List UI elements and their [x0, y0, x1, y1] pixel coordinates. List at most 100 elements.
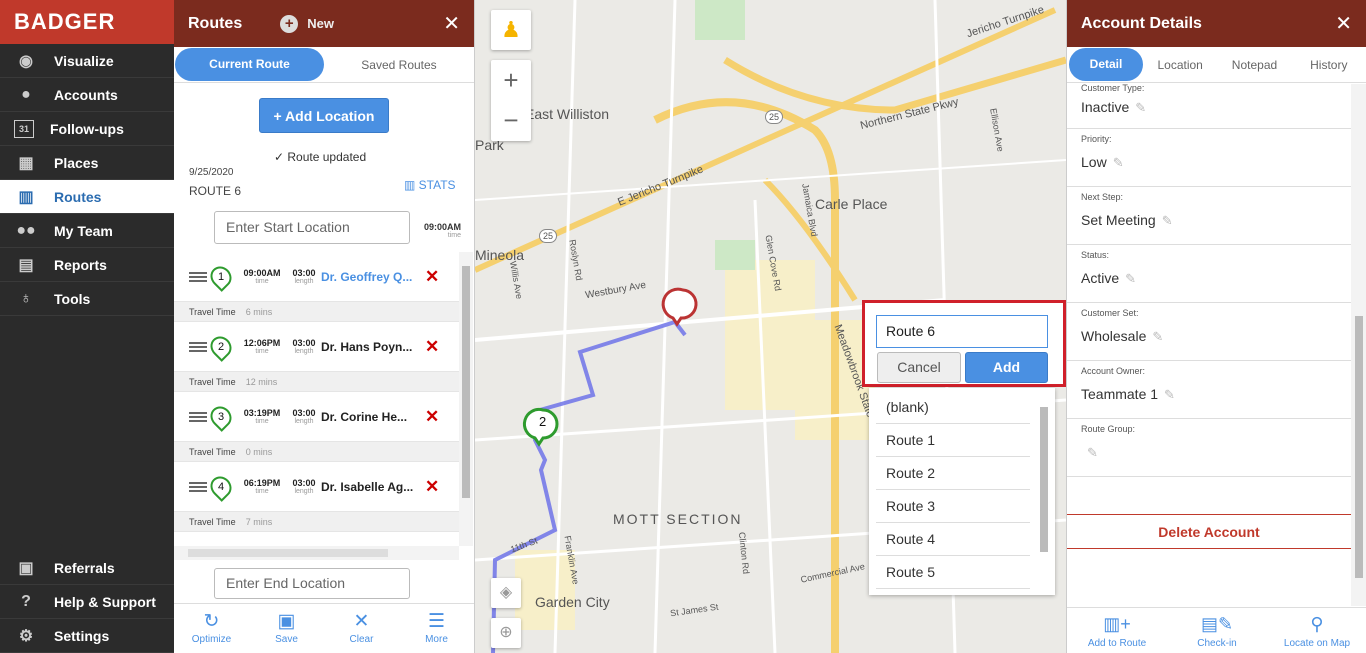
pencil-icon[interactable]: ✎ [1087, 445, 1098, 460]
scrollbar-thumb[interactable] [1355, 316, 1363, 578]
nav-label: Settings [54, 627, 110, 644]
delete-account-button[interactable]: Delete Account [1067, 514, 1351, 549]
route-updated-text: Route updated [287, 150, 367, 164]
dropdown-scrollbar[interactable] [1038, 393, 1049, 589]
nav-item-follow-ups[interactable]: 31 Follow-ups [0, 112, 174, 146]
close-icon[interactable]: ✕ [443, 11, 460, 36]
nav-item-reports[interactable]: ▤ Reports [0, 248, 174, 282]
drag-handle-icon[interactable] [189, 411, 207, 422]
layers-icon[interactable]: ◈ [491, 578, 521, 608]
brand-logo[interactable]: BADGER [0, 0, 174, 44]
stop-name[interactable]: Dr. Corine He... [321, 410, 415, 424]
tab-detail[interactable]: Detail [1069, 48, 1143, 81]
delete-stop-icon[interactable]: ✕ [425, 477, 439, 497]
nav-label: Reports [54, 256, 107, 273]
drag-handle-icon[interactable] [189, 341, 207, 352]
list-item[interactable]: 2 12:06PM time 03:00 length Dr. Hans Poyn.… [174, 322, 459, 372]
add-to-route-button[interactable]: ▥+ Add to Route [1067, 608, 1167, 653]
more-button[interactable]: ☰ More [399, 604, 474, 653]
zoom-in-icon[interactable]: + [491, 60, 531, 100]
field-customer-type[interactable]: Customer Type: Inactive ✎ [1067, 83, 1351, 129]
dropdown-option[interactable]: Route 5 [876, 556, 1030, 589]
field-next-step[interactable]: Next Step: Set Meeting ✎ [1067, 187, 1351, 245]
save-button[interactable]: ▣ Save [249, 604, 324, 653]
list-item[interactable]: 1 09:00AM time 03:00 length Dr. Geoffrey Q… [174, 252, 459, 302]
route-date: 9/25/2020 [189, 167, 234, 178]
nav-item-places[interactable]: ▦ Places [0, 146, 174, 180]
dropdown-option[interactable]: (blank) [876, 391, 1030, 424]
delete-stop-icon[interactable]: ✕ [425, 267, 439, 287]
stops-hscrollbar[interactable] [174, 546, 459, 560]
travel-label: Travel Time [189, 307, 236, 317]
tab-current-route[interactable]: Current Route [175, 48, 324, 81]
close-icon[interactable]: ✕ [1335, 11, 1352, 36]
pencil-icon[interactable]: ✎ [1125, 271, 1136, 286]
drag-handle-icon[interactable] [189, 481, 207, 492]
delete-stop-icon[interactable]: ✕ [425, 337, 439, 357]
locate-me-icon[interactable]: ⊕ [491, 618, 521, 648]
check-in-label: Check-in [1197, 638, 1237, 649]
field-customer-set[interactable]: Customer Set: Wholesale ✎ [1067, 303, 1351, 361]
pencil-icon[interactable]: ✎ [1135, 100, 1146, 115]
stop-name[interactable]: Dr. Isabelle Ag... [321, 480, 415, 494]
pencil-icon[interactable]: ✎ [1162, 213, 1173, 228]
stop-time: 06:19PM time [237, 478, 287, 495]
check-in-button[interactable]: ▤✎ Check-in [1167, 608, 1267, 653]
nav-item-settings[interactable]: ⚙ Settings [0, 619, 174, 653]
nav-item-tools[interactable]: ♁ Tools [0, 282, 174, 316]
nav-label: Help & Support [54, 593, 156, 610]
tab-history[interactable]: History [1292, 58, 1366, 72]
nav-item-visualize[interactable]: ◉ Visualize [0, 44, 174, 78]
drag-handle-icon[interactable] [189, 271, 207, 282]
tab-notepad[interactable]: Notepad [1217, 58, 1291, 72]
dropdown-option[interactable]: Route 4 [876, 523, 1030, 556]
field-value: Set Meeting ✎ [1081, 212, 1337, 229]
field-priority[interactable]: Priority: Low ✎ [1067, 129, 1351, 187]
map-label: East Williston [525, 106, 610, 122]
dropdown-option[interactable]: Route 1 [876, 424, 1030, 457]
nav-item-referrals[interactable]: ▣ Referrals [0, 551, 174, 585]
nav-item-accounts[interactable]: ● Accounts [0, 78, 174, 112]
pencil-icon[interactable]: ✎ [1164, 387, 1175, 402]
dropdown-option[interactable]: Route 3 [876, 490, 1030, 523]
street-view-icon[interactable]: ♟ [491, 10, 531, 50]
delete-stop-icon[interactable]: ✕ [425, 407, 439, 427]
add-location-button[interactable]: + Add Location [259, 98, 389, 133]
route-group-input[interactable]: Route 6 [876, 315, 1048, 348]
stops-scrollbar[interactable] [459, 252, 473, 546]
pencil-icon[interactable]: ✎ [1152, 329, 1163, 344]
tab-saved-routes[interactable]: Saved Routes [324, 58, 474, 72]
stats-button[interactable]: ▥ STATS [404, 178, 456, 192]
list-item[interactable]: 3 03:19PM time 03:00 length Dr. Corine He.… [174, 392, 459, 442]
locate-on-map-button[interactable]: ⚲ Locate on Map [1267, 608, 1366, 653]
optimize-button[interactable]: ↻ Optimize [174, 604, 249, 653]
field-route-group[interactable]: Route Group: ✎ [1067, 419, 1351, 477]
field-value-text: Teammate 1 [1081, 386, 1159, 402]
end-location-input[interactable]: Enter End Location [214, 568, 410, 599]
list-item[interactable]: 4 06:19PM time 03:00 length Dr. Isabelle A… [174, 462, 459, 512]
new-route-button[interactable]: + New [280, 14, 334, 33]
add-button[interactable]: Add [965, 352, 1048, 383]
scrollbar-thumb[interactable] [1040, 407, 1048, 552]
account-header: Account Details ✕ [1067, 0, 1366, 47]
nav-item-my-team[interactable]: ●● My Team [0, 214, 174, 248]
pencil-icon[interactable]: ✎ [1113, 155, 1124, 170]
tab-location[interactable]: Location [1143, 58, 1217, 72]
stop-name[interactable]: Dr. Hans Poyn... [321, 340, 415, 354]
field-status[interactable]: Status: Active ✎ [1067, 245, 1351, 303]
scrollbar-thumb[interactable] [462, 266, 470, 498]
nav-item-routes[interactable]: ▥ Routes [0, 180, 174, 214]
account-scrollbar[interactable] [1351, 84, 1366, 606]
field-account-owner[interactable]: Account Owner: Teammate 1 ✎ [1067, 361, 1351, 419]
scrollbar-thumb[interactable] [188, 549, 388, 557]
zoom-out-icon[interactable]: − [491, 100, 531, 140]
clear-button[interactable]: ✕ Clear [324, 604, 399, 653]
map-pin-icon: 1 [206, 261, 236, 292]
nav-item-help[interactable]: ? Help & Support [0, 585, 174, 619]
travel-time: Travel Time 7 mins [174, 512, 459, 532]
stop-number: 1 [217, 270, 225, 283]
start-location-input[interactable]: Enter Start Location [214, 211, 410, 244]
dropdown-option[interactable]: Route 2 [876, 457, 1030, 490]
cancel-button[interactable]: Cancel [877, 352, 961, 383]
stop-name[interactable]: Dr. Geoffrey Q... [321, 270, 415, 284]
